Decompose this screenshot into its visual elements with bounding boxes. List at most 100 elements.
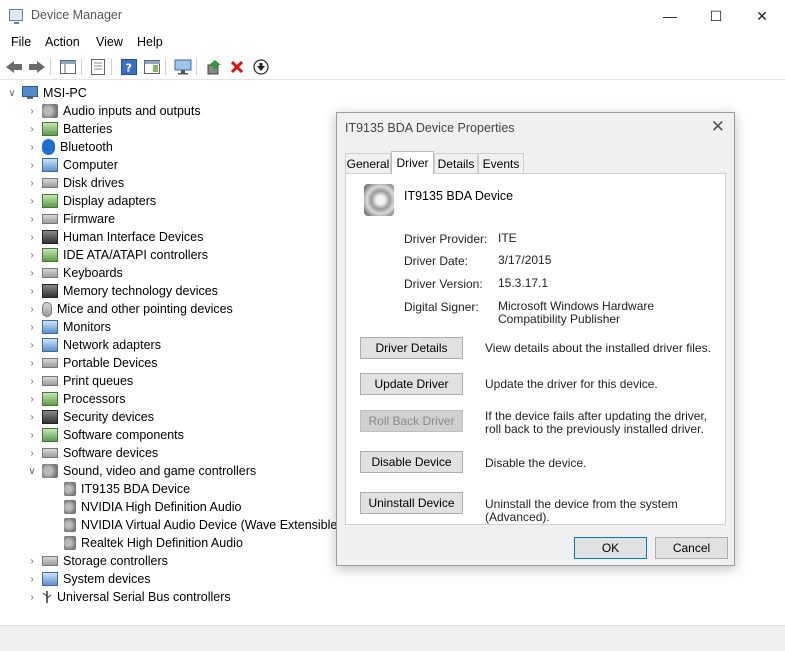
security-device-icon: [42, 410, 58, 424]
tree-category-label: Print queues: [63, 374, 134, 388]
uninstall-device-icon[interactable]: [227, 57, 247, 77]
chevron-right-icon[interactable]: ›: [26, 138, 38, 156]
tab-events[interactable]: Events: [478, 153, 524, 173]
minimize-button[interactable]: —: [647, 0, 693, 32]
tree-category[interactable]: › Disk drives: [26, 174, 124, 192]
maximize-button[interactable]: ☐: [693, 0, 739, 32]
chevron-right-icon[interactable]: ›: [26, 570, 38, 588]
chevron-right-icon[interactable]: ›: [26, 174, 38, 192]
tree-category[interactable]: › Network adapters: [26, 336, 161, 354]
tree-device[interactable]: IT9135 BDA Device: [64, 480, 190, 498]
tree-device[interactable]: Realtek High Definition Audio: [64, 534, 243, 552]
tree-category-label: Software devices: [63, 446, 159, 460]
tree-category[interactable]: › IDE ATA/ATAPI controllers: [26, 246, 208, 264]
cancel-button[interactable]: Cancel: [655, 537, 728, 559]
tree-category[interactable]: › Processors: [26, 390, 126, 408]
close-button[interactable]: ✕: [739, 0, 785, 32]
printer-icon: [42, 376, 58, 386]
tree-category[interactable]: › Human Interface Devices: [26, 228, 203, 246]
help-icon[interactable]: ?: [119, 57, 139, 77]
tree-category[interactable]: › Storage controllers: [26, 552, 168, 570]
chevron-right-icon[interactable]: ›: [26, 336, 38, 354]
tree-root[interactable]: ∨ MSI-PC: [6, 84, 87, 102]
update-driver-button[interactable]: Update Driver: [360, 373, 463, 395]
chevron-right-icon[interactable]: ›: [26, 282, 38, 300]
update-driver-icon[interactable]: [204, 57, 224, 77]
scan-hardware-changes-icon[interactable]: [173, 57, 193, 77]
tree-category[interactable]: › Audio inputs and outputs: [26, 102, 201, 120]
tree-category-label: Processors: [63, 392, 126, 406]
tree-device-label: NVIDIA Virtual Audio Device (Wave Extens…: [81, 518, 350, 532]
chevron-right-icon[interactable]: ›: [26, 408, 38, 426]
uninstall-device-button[interactable]: Uninstall Device: [360, 492, 463, 514]
menu-action[interactable]: Action: [45, 35, 80, 49]
chevron-right-icon[interactable]: ›: [26, 210, 38, 228]
tree-category[interactable]: › Memory technology devices: [26, 282, 218, 300]
chevron-right-icon[interactable]: ›: [26, 552, 38, 570]
tree-category-label: Audio inputs and outputs: [63, 104, 201, 118]
tree-category-label: Sound, video and game controllers: [63, 464, 257, 478]
properties-icon[interactable]: [88, 57, 108, 77]
tree-category[interactable]: › Mice and other pointing devices: [26, 300, 233, 318]
chevron-right-icon[interactable]: ›: [26, 372, 38, 390]
disable-device-button[interactable]: Disable Device: [360, 451, 463, 473]
driver-version-value: 15.3.17.1: [498, 276, 549, 290]
enable-device-icon[interactable]: [251, 57, 271, 77]
chevron-right-icon[interactable]: ›: [26, 300, 38, 318]
update-driver-description: Update the driver for this device.: [485, 377, 658, 391]
chevron-down-icon[interactable]: ∨: [6, 84, 18, 102]
menu-view[interactable]: View: [96, 35, 123, 49]
chevron-right-icon[interactable]: ›: [26, 390, 38, 408]
ok-button[interactable]: OK: [574, 537, 647, 559]
forward-icon[interactable]: [27, 57, 47, 77]
tree-category[interactable]: › Keyboards: [26, 264, 122, 282]
tree-category[interactable]: › Universal Serial Bus controllers: [26, 588, 230, 606]
digital-signer-label: Digital Signer:: [404, 300, 479, 314]
driver-details-button[interactable]: Driver Details: [360, 337, 463, 359]
tree-category[interactable]: › Security devices: [26, 408, 154, 426]
tree-category-expanded[interactable]: ∨ Sound, video and game controllers: [26, 462, 256, 480]
tree-category[interactable]: › Software components: [26, 426, 184, 444]
tree-category[interactable]: › Bluetooth: [26, 138, 113, 156]
tree-category[interactable]: › Software devices: [26, 444, 158, 462]
chevron-right-icon[interactable]: ›: [26, 264, 38, 282]
chevron-right-icon[interactable]: ›: [26, 102, 38, 120]
dialog-close-button[interactable]: ✕: [711, 117, 725, 137]
show-hide-console-tree-icon[interactable]: [58, 57, 78, 77]
tree-category[interactable]: › Print queues: [26, 372, 133, 390]
chevron-right-icon[interactable]: ›: [26, 588, 38, 606]
tree-category[interactable]: › Firmware: [26, 210, 115, 228]
chevron-right-icon[interactable]: ›: [26, 318, 38, 336]
menu-file[interactable]: File: [11, 35, 31, 49]
roll-back-driver-button[interactable]: Roll Back Driver: [360, 410, 463, 432]
menu-help[interactable]: Help: [137, 35, 163, 49]
digital-signer-value: Microsoft Windows Hardware Compatibility…: [498, 299, 655, 326]
chevron-right-icon[interactable]: ›: [26, 228, 38, 246]
chevron-right-icon[interactable]: ›: [26, 156, 38, 174]
chevron-right-icon[interactable]: ›: [26, 444, 38, 462]
tree-device[interactable]: NVIDIA High Definition Audio: [64, 498, 242, 516]
chevron-right-icon[interactable]: ›: [26, 246, 38, 264]
tree-category[interactable]: › Monitors: [26, 318, 111, 336]
chevron-down-icon[interactable]: ∨: [26, 462, 38, 480]
keyboard-icon: [42, 268, 58, 278]
tree-category[interactable]: › System devices: [26, 570, 151, 588]
tree-category[interactable]: › Batteries: [26, 120, 112, 138]
chevron-right-icon[interactable]: ›: [26, 192, 38, 210]
action-pane-icon[interactable]: [142, 57, 162, 77]
tree-category-label: Network adapters: [63, 338, 161, 352]
tab-driver[interactable]: Driver: [391, 151, 434, 174]
chevron-right-icon[interactable]: ›: [26, 354, 38, 372]
driver-provider-label: Driver Provider:: [404, 232, 488, 246]
tree-category[interactable]: › Computer: [26, 156, 118, 174]
tab-details[interactable]: Details: [434, 153, 478, 173]
chevron-right-icon[interactable]: ›: [26, 120, 38, 138]
device-manager-icon: [9, 9, 23, 24]
tree-category[interactable]: › Portable Devices: [26, 354, 157, 372]
tree-category-label: Disk drives: [63, 176, 125, 190]
tab-general[interactable]: General: [345, 153, 391, 173]
tree-category[interactable]: › Display adapters: [26, 192, 156, 210]
tree-device[interactable]: NVIDIA Virtual Audio Device (Wave Extens…: [64, 516, 349, 534]
chevron-right-icon[interactable]: ›: [26, 426, 38, 444]
back-icon[interactable]: [4, 57, 24, 77]
